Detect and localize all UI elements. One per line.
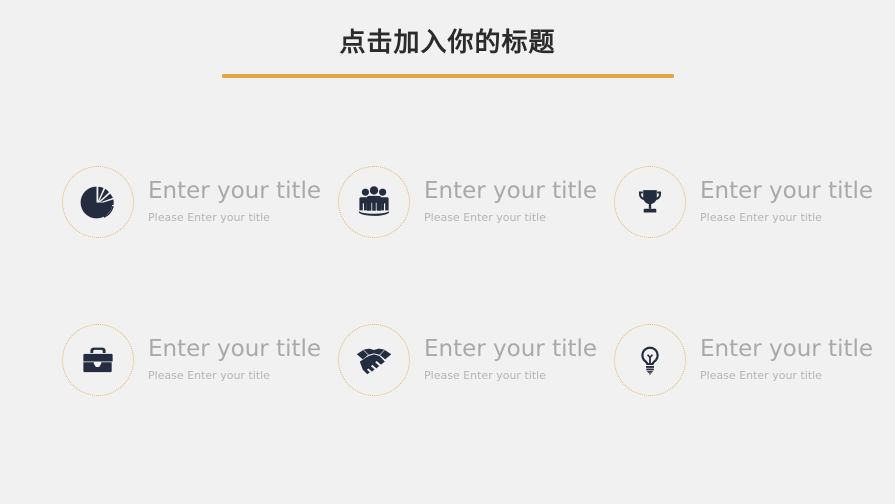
- lightbulb-icon: [632, 342, 668, 378]
- feature-subtitle: Please Enter your title: [424, 210, 546, 224]
- feature-text: Enter your title Please Enter your title: [148, 335, 321, 386]
- icon-ring: [62, 324, 134, 396]
- feature-title: Enter your title: [700, 335, 874, 362]
- page-title: 点击加入你的标题: [339, 28, 556, 58]
- feature-text: Enter your title Please Enter your title: [700, 177, 873, 228]
- feature-title: Enter your title: [424, 335, 598, 362]
- feature-title: Enter your title: [700, 177, 874, 204]
- feature-item[interactable]: Enter your title Please Enter your title: [62, 308, 338, 412]
- feature-item[interactable]: Enter your title Please Enter your title: [62, 150, 338, 254]
- team-group-icon: [354, 182, 394, 222]
- feature-title: Enter your title: [424, 177, 598, 204]
- slide-header: 点击加入你的标题: [0, 0, 895, 78]
- feature-title: Enter your title: [148, 335, 322, 362]
- feature-title: Enter your title: [148, 177, 322, 204]
- feature-text: Enter your title Please Enter your title: [700, 335, 873, 386]
- feature-item[interactable]: Enter your title Please Enter your title: [338, 308, 614, 412]
- feature-subtitle: Please Enter your title: [148, 210, 270, 224]
- icon-ring: [614, 166, 686, 238]
- icon-ring: [62, 166, 134, 238]
- feature-subtitle: Please Enter your title: [700, 368, 822, 382]
- briefcase-icon: [79, 341, 117, 379]
- feature-item[interactable]: Enter your title Please Enter your title: [614, 308, 890, 412]
- feature-grid: Enter your title Please Enter your title: [0, 150, 895, 412]
- feature-subtitle: Please Enter your title: [148, 368, 270, 382]
- handshake-icon: [354, 340, 394, 380]
- icon-ring: [614, 324, 686, 396]
- feature-item[interactable]: Enter your title Please Enter your title: [614, 150, 890, 254]
- icon-ring: [338, 324, 410, 396]
- feature-subtitle: Please Enter your title: [700, 210, 822, 224]
- feature-text: Enter your title Please Enter your title: [424, 177, 597, 228]
- icon-ring: [338, 166, 410, 238]
- feature-text: Enter your title Please Enter your title: [424, 335, 597, 386]
- feature-text: Enter your title Please Enter your title: [148, 177, 321, 228]
- feature-item[interactable]: Enter your title Please Enter your title: [338, 150, 614, 254]
- trophy-icon: [633, 185, 667, 219]
- pie-chart-icon: [78, 182, 118, 222]
- feature-subtitle: Please Enter your title: [424, 368, 546, 382]
- title-underline-rule: [221, 74, 674, 78]
